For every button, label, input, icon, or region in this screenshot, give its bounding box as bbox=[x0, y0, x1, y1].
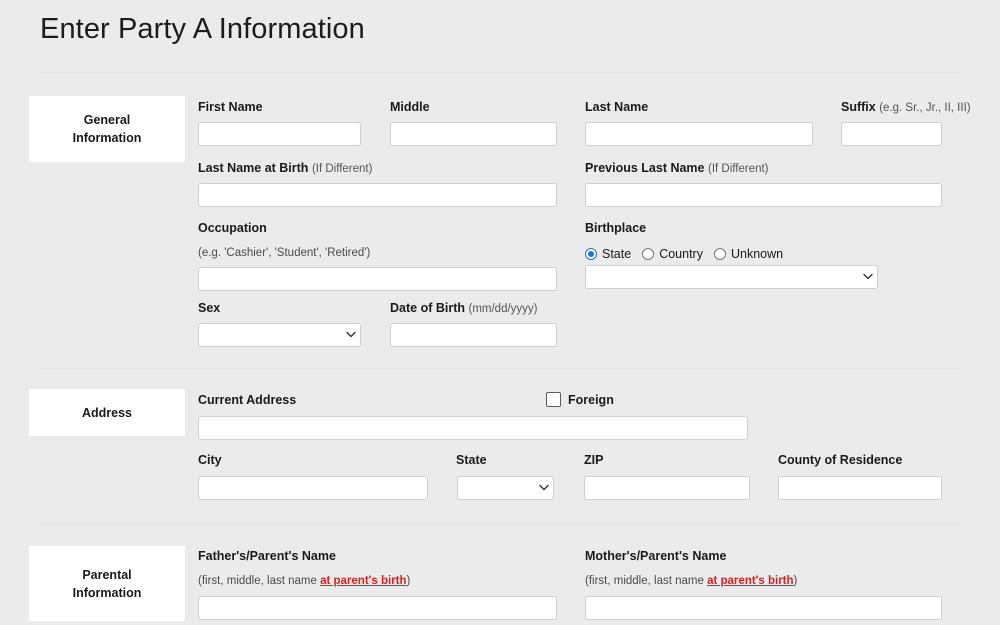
birthplace-select-wrap[interactable] bbox=[585, 265, 878, 289]
label-father-parent-name: Father's/Parent's Name bbox=[198, 549, 336, 563]
label-first-name: First Name bbox=[198, 100, 263, 114]
hint-mother-plain: (first, middle, last name bbox=[585, 575, 708, 587]
hint-father-plain: (first, middle, last name bbox=[198, 575, 321, 587]
divider-parental bbox=[40, 524, 960, 525]
radio-country-icon[interactable] bbox=[642, 248, 655, 260]
last-name-at-birth-input[interactable] bbox=[198, 183, 557, 207]
birthplace-radio-unknown-label: Unknown bbox=[730, 247, 784, 261]
label-mother-parent-name: Mother's/Parent's Name bbox=[585, 549, 727, 563]
label-date-of-birth-hint: (mm/dd/yyyy) bbox=[468, 303, 538, 315]
foreign-checkbox-row[interactable]: Foreign bbox=[546, 392, 614, 407]
birthplace-select[interactable] bbox=[585, 265, 878, 289]
radio-state-icon[interactable] bbox=[585, 248, 597, 260]
label-previous-last-name-text: Previous Last Name bbox=[585, 161, 705, 175]
current-address-input[interactable] bbox=[198, 416, 748, 440]
label-last-name-at-birth-text: Last Name at Birth bbox=[198, 161, 309, 175]
sex-select-wrap[interactable] bbox=[198, 323, 361, 347]
label-middle-name: Middle bbox=[390, 100, 430, 114]
label-suffix-hint: (e.g. Sr., Jr., II, III) bbox=[879, 102, 971, 114]
first-name-input[interactable] bbox=[198, 122, 361, 146]
party-a-information-form: Enter Party A Information General Inform… bbox=[0, 0, 1000, 625]
hint-father-parent-name: (first, middle, last name at parent's bi… bbox=[198, 574, 410, 588]
father-parent-name-input[interactable] bbox=[198, 596, 557, 620]
birthplace-radio-state[interactable]: State bbox=[585, 247, 631, 261]
hint-mother-parent-name: (first, middle, last name at parent's bi… bbox=[585, 574, 797, 588]
section-tab-address-line1: Address bbox=[81, 405, 133, 420]
label-suffix-text: Suffix bbox=[841, 100, 876, 114]
label-previous-last-name-hint: (If Different) bbox=[707, 163, 769, 175]
label-date-of-birth-text: Date of Birth bbox=[390, 301, 465, 315]
label-current-address: Current Address bbox=[198, 393, 297, 407]
last-name-input[interactable] bbox=[585, 122, 813, 146]
date-of-birth-input[interactable] bbox=[390, 323, 557, 347]
mother-parent-name-input[interactable] bbox=[585, 596, 942, 620]
divider-top bbox=[40, 72, 960, 73]
label-birthplace: Birthplace bbox=[585, 221, 647, 235]
birthplace-radio-country[interactable]: Country bbox=[642, 247, 703, 261]
foreign-checkbox[interactable] bbox=[546, 392, 561, 407]
radio-unknown-icon[interactable] bbox=[713, 248, 726, 260]
section-tab-parental-information: Parental Information bbox=[29, 546, 185, 621]
label-county-of-residence: County of Residence bbox=[778, 453, 903, 467]
hint-father-red: at parent's birth bbox=[320, 575, 407, 587]
address-state-select[interactable] bbox=[457, 476, 554, 500]
city-input[interactable] bbox=[198, 476, 428, 500]
hint-father-tail: ) bbox=[406, 575, 411, 587]
section-tab-general-line1: General bbox=[83, 113, 131, 127]
label-last-name-at-birth: Last Name at Birth (If Different) bbox=[198, 161, 372, 177]
label-last-name: Last Name bbox=[585, 100, 649, 114]
label-sex: Sex bbox=[198, 301, 221, 315]
label-zip: ZIP bbox=[584, 453, 604, 467]
section-tab-parental-line1: Parental bbox=[82, 567, 132, 582]
label-last-name-at-birth-hint: (If Different) bbox=[311, 163, 373, 175]
birthplace-radio-country-label: Country bbox=[659, 247, 703, 261]
label-previous-last-name: Previous Last Name (If Different) bbox=[585, 161, 768, 177]
middle-name-input[interactable] bbox=[390, 122, 557, 146]
label-address-state: State bbox=[456, 453, 487, 467]
sex-select[interactable] bbox=[198, 323, 361, 347]
birthplace-radio-unknown[interactable]: Unknown bbox=[713, 247, 784, 261]
suffix-input[interactable] bbox=[841, 122, 942, 146]
section-tab-general-information: General Information bbox=[29, 96, 185, 162]
address-state-select-wrap[interactable] bbox=[457, 476, 554, 500]
occupation-input[interactable] bbox=[198, 267, 557, 291]
section-tab-general-line2: Information bbox=[72, 131, 142, 145]
zip-input[interactable] bbox=[584, 476, 750, 500]
foreign-checkbox-label: Foreign bbox=[568, 392, 614, 407]
county-of-residence-input[interactable] bbox=[778, 476, 942, 500]
label-suffix: Suffix (e.g. Sr., Jr., II, III) bbox=[841, 100, 971, 116]
birthplace-radio-group[interactable]: State Country Unknown bbox=[585, 247, 794, 261]
section-tab-parental-line2: Information bbox=[72, 585, 142, 600]
hint-mother-tail: ) bbox=[793, 575, 798, 587]
previous-last-name-input[interactable] bbox=[585, 183, 942, 207]
birthplace-radio-state-label: State bbox=[602, 247, 632, 261]
hint-mother-red: at parent's birth bbox=[707, 575, 794, 587]
divider-address bbox=[40, 368, 960, 369]
page-title: Enter Party A Information bbox=[40, 13, 365, 45]
label-date-of-birth: Date of Birth (mm/dd/yyyy) bbox=[390, 301, 537, 317]
label-occupation: Occupation bbox=[198, 221, 267, 235]
hint-occupation: (e.g. 'Cashier', 'Student', 'Retired') bbox=[198, 247, 371, 259]
label-city: City bbox=[198, 453, 222, 467]
section-tab-address: Address bbox=[29, 389, 185, 436]
